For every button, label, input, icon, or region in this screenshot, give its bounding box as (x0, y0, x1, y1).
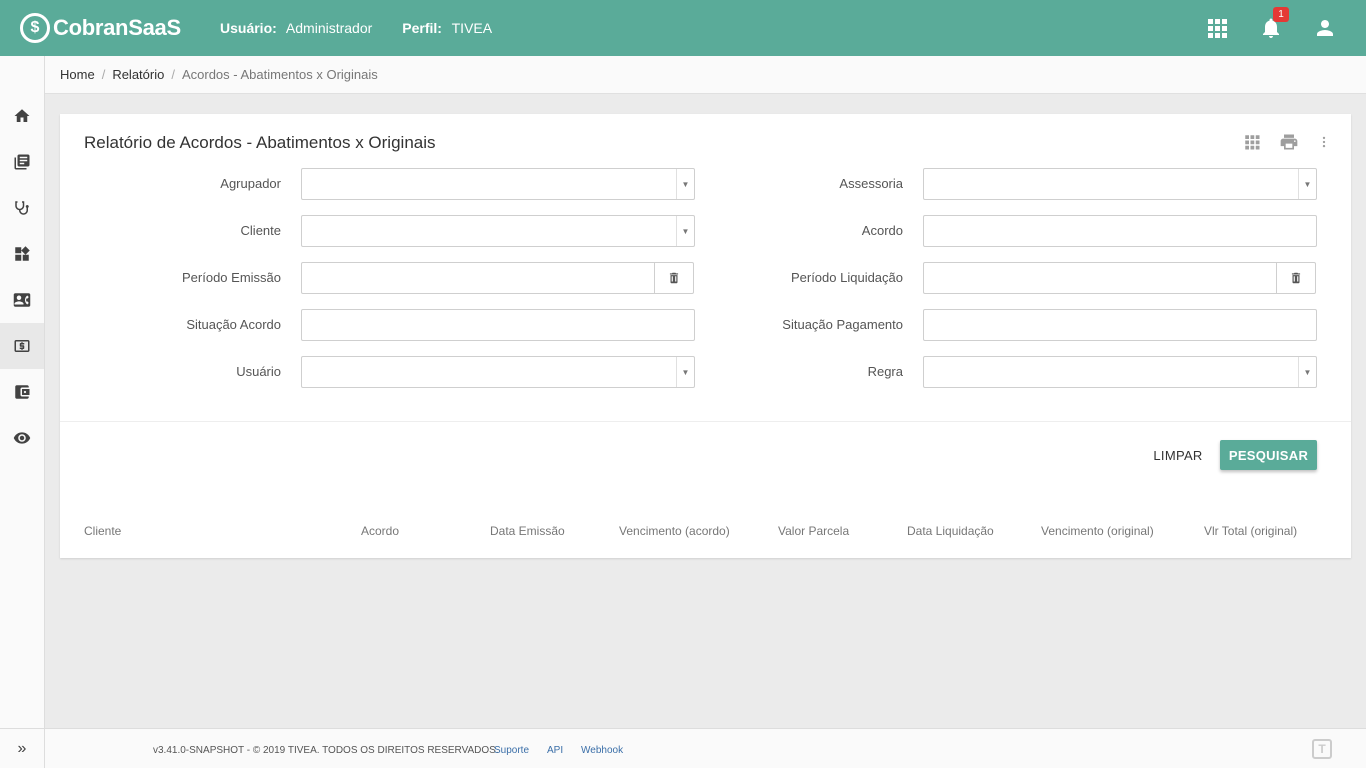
apps-grid-icon[interactable] (1205, 16, 1229, 40)
search-button[interactable]: PESQUISAR (1220, 440, 1317, 470)
breadcrumb-current: Acordos - Abatimentos x Originais (181, 67, 378, 82)
column-header-cliente[interactable]: Cliente (84, 524, 121, 538)
profile-label: Perfil: (402, 20, 442, 36)
regra-select[interactable]: ▼ (923, 356, 1317, 388)
clear-button[interactable]: LIMPAR (1146, 440, 1210, 470)
user-group: Usuário: Administrador (220, 20, 372, 36)
card-toolbar (1243, 132, 1331, 152)
app-logo[interactable]: $ CobranSaaS (20, 11, 181, 45)
account-person-icon[interactable] (1313, 16, 1337, 40)
chevron-down-icon: ▼ (676, 216, 694, 246)
column-header-acordo[interactable]: Acordo (361, 524, 399, 538)
breadcrumb-separator: / (101, 67, 106, 82)
wallet-icon[interactable] (0, 369, 44, 415)
column-header-data-emissao[interactable]: Data Emissão (490, 524, 565, 538)
chevron-down-icon: ▼ (1298, 169, 1316, 199)
user-label: Usuário: (220, 20, 277, 36)
acordo-label: Acordo (861, 223, 903, 238)
situacao-pagamento-input[interactable] (923, 309, 1317, 341)
trash-icon[interactable] (1276, 263, 1315, 293)
situacao-acordo-input[interactable] (301, 309, 695, 341)
periodo-liquidacao-input[interactable] (923, 262, 1316, 294)
stethoscope-icon[interactable] (0, 185, 44, 231)
notifications-bell-icon[interactable]: 1 (1259, 7, 1289, 40)
chevron-down-icon: ▼ (676, 169, 694, 199)
trash-icon[interactable] (654, 263, 693, 293)
assessoria-label: Assessoria (839, 176, 903, 191)
columns-grid-icon[interactable] (1243, 133, 1261, 151)
profile-group: Perfil: TIVEA (402, 20, 492, 36)
periodo-emissao-input[interactable] (301, 262, 694, 294)
app-brand: CobranSaaS (53, 15, 181, 40)
situacao-pagamento-label: Situação Pagamento (782, 317, 903, 332)
cliente-label: Cliente (240, 223, 281, 238)
regra-label: Regra (867, 364, 903, 379)
home-icon[interactable] (0, 93, 44, 139)
breadcrumb-separator: / (171, 67, 175, 82)
agrupador-label: Agrupador (220, 176, 281, 191)
breadcrumb-home[interactable]: Home (60, 67, 95, 82)
chevron-down-icon: ▼ (1298, 357, 1316, 387)
library-books-icon[interactable] (0, 139, 44, 185)
cliente-select[interactable]: ▼ (301, 215, 695, 247)
breadcrumb-relatorio[interactable]: Relatório (112, 67, 164, 82)
column-header-vencimento-original[interactable]: Vencimento (original) (1041, 524, 1154, 538)
report-card: Relatório de Acordos - Abatimentos x Ori… (60, 114, 1351, 558)
footer: v3.41.0-SNAPSHOT - © 2019 TIVEA. TODOS O… (45, 728, 1366, 768)
column-header-data-liquidacao[interactable]: Data Liquidação (907, 524, 994, 538)
agrupador-select[interactable]: ▼ (301, 168, 695, 200)
notification-badge: 1 (1273, 7, 1289, 22)
widgets-icon[interactable] (0, 231, 44, 277)
version-copyright: v3.41.0-SNAPSHOT - © 2019 TIVEA. TODOS O… (153, 745, 499, 756)
situacao-acordo-label: Situação Acordo (186, 317, 281, 332)
periodo-emissao-label: Período Emissão (182, 270, 281, 285)
periodo-liquidacao-label: Período Liquidação (790, 270, 903, 285)
print-icon[interactable] (1279, 132, 1299, 152)
more-vert-icon[interactable] (1317, 133, 1331, 151)
chevron-down-icon: ▼ (676, 357, 694, 387)
assessoria-select[interactable]: ▼ (923, 168, 1317, 200)
profile-value: TIVEA (451, 20, 493, 36)
page-title: Relatório de Acordos - Abatimentos x Ori… (84, 133, 436, 152)
user-info: Usuário: Administrador Perfil: TIVEA (220, 20, 522, 36)
top-bar: $ CobranSaaS Usuário: Administrador Perf… (0, 0, 1366, 56)
sidebar: » (0, 56, 45, 768)
breadcrumb: Home / Relatório / Acordos - Abatimentos… (45, 56, 1366, 94)
usuario-select[interactable]: ▼ (301, 356, 695, 388)
column-header-valor-parcela[interactable]: Valor Parcela (778, 524, 849, 538)
user-value: Administrador (285, 20, 373, 36)
column-header-vencimento-acordo[interactable]: Vencimento (acordo) (619, 524, 730, 538)
tivea-logo-icon: T (1312, 739, 1332, 759)
column-header-vlr-total-original[interactable]: Vlr Total (original) (1204, 524, 1297, 538)
api-link[interactable]: API (547, 745, 563, 756)
support-link[interactable]: Suporte (494, 745, 529, 756)
expand-sidebar-icon[interactable]: » (0, 728, 44, 768)
contact-card-icon[interactable] (0, 277, 44, 323)
money-icon[interactable] (0, 323, 44, 369)
logo-coin-icon: $ (20, 13, 50, 43)
usuario-label: Usuário (236, 364, 281, 379)
acordo-input[interactable] (923, 215, 1317, 247)
webhook-link[interactable]: Webhook (581, 745, 623, 756)
eye-icon[interactable] (0, 415, 44, 461)
divider (60, 421, 1351, 422)
